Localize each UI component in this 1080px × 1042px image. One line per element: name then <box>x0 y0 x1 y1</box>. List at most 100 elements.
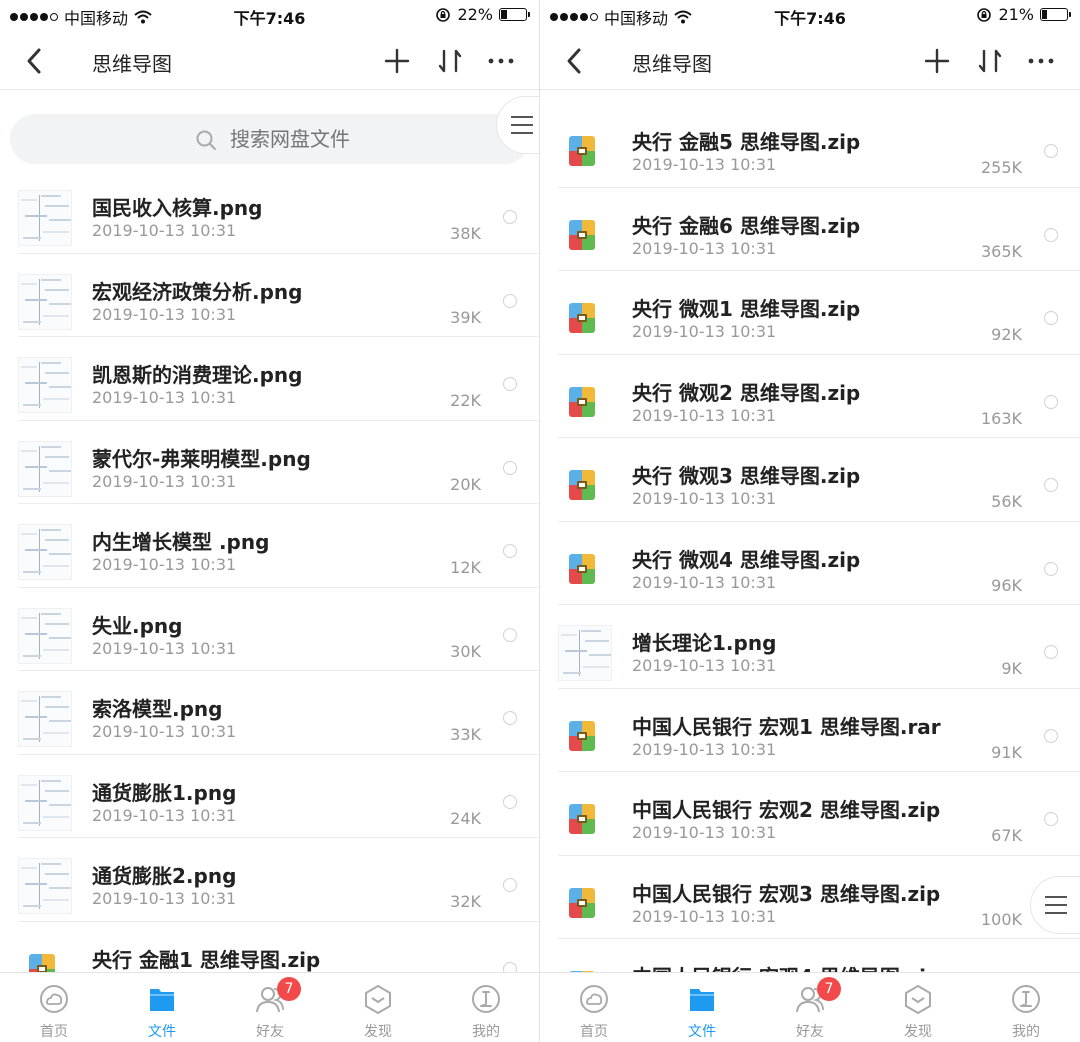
back-icon[interactable] <box>562 46 588 76</box>
select-radio[interactable] <box>1044 728 1058 743</box>
file-name: 央行 金融1 思维导图.zip <box>92 947 321 972</box>
tab-discover[interactable]: 发现 <box>324 973 432 1042</box>
file-date: 2019-10-13 10:31 <box>92 388 237 407</box>
file-row[interactable]: 失业.png 2019-10-13 10:31 30K <box>0 588 539 671</box>
file-row[interactable]: 中国人民银行 宏观3 思维导图.zip 2019-10-13 10:31 100K <box>540 856 1080 939</box>
add-icon[interactable] <box>381 45 413 77</box>
battery-icon <box>499 8 530 21</box>
tab-friends[interactable]: 7 好友 <box>216 973 324 1042</box>
file-row[interactable]: 国民收入核算.png 2019-10-13 10:31 38K <box>0 170 539 254</box>
tab-home[interactable]: 首页 <box>540 973 648 1042</box>
select-radio[interactable] <box>1044 478 1058 492</box>
select-radio[interactable] <box>503 460 517 475</box>
select-radio[interactable] <box>503 377 517 391</box>
file-date: 2019-10-13 10:31 <box>92 471 237 491</box>
page-title: 思维导图 <box>92 52 172 76</box>
file-row[interactable]: 凯恩斯的消费理论.png 2019-10-13 10:31 22K <box>0 337 539 421</box>
file-date: 2019-10-13 10:31 <box>92 722 237 741</box>
status-bar: 中国移动 下午7:46 21% <box>540 0 1080 30</box>
select-radio[interactable] <box>503 210 517 224</box>
image-thumbnail <box>18 190 72 246</box>
select-radio[interactable] <box>1044 227 1058 242</box>
tab-profile[interactable]: 我的 <box>972 973 1080 1042</box>
file-size: 96K <box>991 575 1022 595</box>
select-radio[interactable] <box>1044 311 1058 325</box>
file-name: 内生增长模型 .png <box>92 530 270 554</box>
sort-icon[interactable] <box>434 45 466 77</box>
tab-discover[interactable]: 发现 <box>864 973 972 1042</box>
battery-percent: 22% <box>457 5 493 24</box>
file-name: 凯恩斯的消费理论.png <box>92 363 303 387</box>
image-thumbnail <box>18 273 72 330</box>
file-name: 宏观经济政策分析.png <box>92 279 303 304</box>
file-date: 2019-10-13 10:31 <box>632 739 777 759</box>
file-row[interactable]: 内生增长模型 .png 2019-10-13 10:31 12K <box>0 504 539 588</box>
tab-files[interactable]: 文件 <box>648 973 756 1042</box>
file-date: 2019-10-13 10:31 <box>632 155 777 174</box>
file-size: 100K <box>980 909 1022 929</box>
select-radio[interactable] <box>1044 812 1058 826</box>
select-radio[interactable] <box>1044 645 1058 659</box>
notification-badge: 7 <box>277 977 301 1001</box>
file-date: 2019-10-13 10:31 <box>92 221 237 240</box>
folder-icon <box>150 989 174 1011</box>
file-row[interactable]: 中国人民银行 宏观2 思维导图.zip 2019-10-13 10:31 67K <box>540 772 1080 856</box>
tab-bar: 首页 文件 7 好友 发现 我的 <box>540 972 1080 1042</box>
file-date: 2019-10-13 10:31 <box>92 304 237 324</box>
battery-level <box>501 10 507 19</box>
file-name: 通货膨胀2.png <box>92 864 237 888</box>
status-bar: 中国移动 下午7:46 22% <box>0 0 539 30</box>
left-screen: 中国移动 下午7:46 22% 思维导图 国民收入核算.png201 <box>0 0 540 1042</box>
file-date: 2019-10-13 10:31 <box>632 906 777 926</box>
select-radio[interactable] <box>503 794 517 809</box>
file-name: 中国人民银行 宏观3 思维导图.zip <box>632 881 941 906</box>
file-row[interactable]: 央行 金融5 思维导图.zip 2019-10-13 10:31 255K <box>540 104 1080 188</box>
file-size: 91K <box>991 742 1022 762</box>
select-radio[interactable] <box>503 544 517 558</box>
search-input[interactable] <box>230 124 450 154</box>
tab-profile[interactable]: 我的 <box>432 973 539 1042</box>
select-radio[interactable] <box>503 293 517 308</box>
sort-icon[interactable] <box>974 45 1006 77</box>
file-size: 30K <box>450 641 481 661</box>
file-name: 央行 微观2 思维导图.zip <box>632 380 861 405</box>
file-row[interactable]: 通货膨胀2.png 2019-10-13 10:31 32K <box>0 838 539 922</box>
search-bar[interactable] <box>10 114 530 164</box>
more-icon[interactable] <box>485 45 517 77</box>
file-row[interactable]: 通货膨胀1.png 2019-10-13 10:31 24K <box>0 755 539 838</box>
file-row[interactable]: 蒙代尔-弗莱明模型.png 2019-10-13 10:31 20K <box>0 421 539 504</box>
floating-menu-button[interactable] <box>1030 876 1080 934</box>
select-radio[interactable] <box>1044 561 1058 576</box>
file-size: 32K <box>450 892 481 911</box>
cloud-icon <box>580 985 608 1013</box>
archive-icon <box>558 792 612 848</box>
file-row[interactable]: 央行 微观2 思维导图.zip 2019-10-13 10:31 163K <box>540 355 1080 438</box>
tab-home[interactable]: 首页 <box>0 973 108 1042</box>
file-row[interactable]: 索洛模型.png 2019-10-13 10:31 33K <box>0 671 539 755</box>
select-radio[interactable] <box>1044 144 1058 158</box>
add-icon[interactable] <box>921 45 953 77</box>
file-row[interactable]: 央行 微观3 思维导图.zip 2019-10-13 10:31 56K <box>540 438 1080 522</box>
file-row[interactable]: 宏观经济政策分析.png 2019-10-13 10:31 39K <box>0 254 539 337</box>
file-date: 2019-10-13 10:31 <box>632 489 777 508</box>
back-icon[interactable] <box>22 46 48 76</box>
file-date: 2019-10-13 10:31 <box>92 889 237 908</box>
select-radio[interactable] <box>503 711 517 725</box>
file-row[interactable]: 中国人民银行 宏观1 思维导图.rar 2019-10-13 10:31 91K <box>540 689 1080 772</box>
file-row[interactable]: 增长理论1.png 2019-10-13 10:31 9K <box>540 605 1080 689</box>
file-row[interactable]: 央行 金融6 思维导图.zip 2019-10-13 10:31 365K <box>540 188 1080 271</box>
file-row[interactable]: 央行 微观1 思维导图.zip 2019-10-13 10:31 92K <box>540 271 1080 355</box>
file-row[interactable]: 央行 微观4 思维导图.zip 2019-10-13 10:31 96K <box>540 522 1080 605</box>
menu-icon <box>511 116 533 140</box>
file-size: 92K <box>991 325 1022 344</box>
image-thumbnail <box>18 357 72 413</box>
file-size: 12K <box>450 558 481 577</box>
tab-friends[interactable]: 7 好友 <box>756 973 864 1042</box>
file-size: 39K <box>450 307 481 327</box>
select-radio[interactable] <box>503 878 517 892</box>
file-date: 2019-10-13 10:31 <box>92 638 237 658</box>
select-radio[interactable] <box>503 627 517 642</box>
select-radio[interactable] <box>1044 394 1058 409</box>
more-icon[interactable] <box>1025 45 1057 77</box>
tab-files[interactable]: 文件 <box>108 973 216 1042</box>
